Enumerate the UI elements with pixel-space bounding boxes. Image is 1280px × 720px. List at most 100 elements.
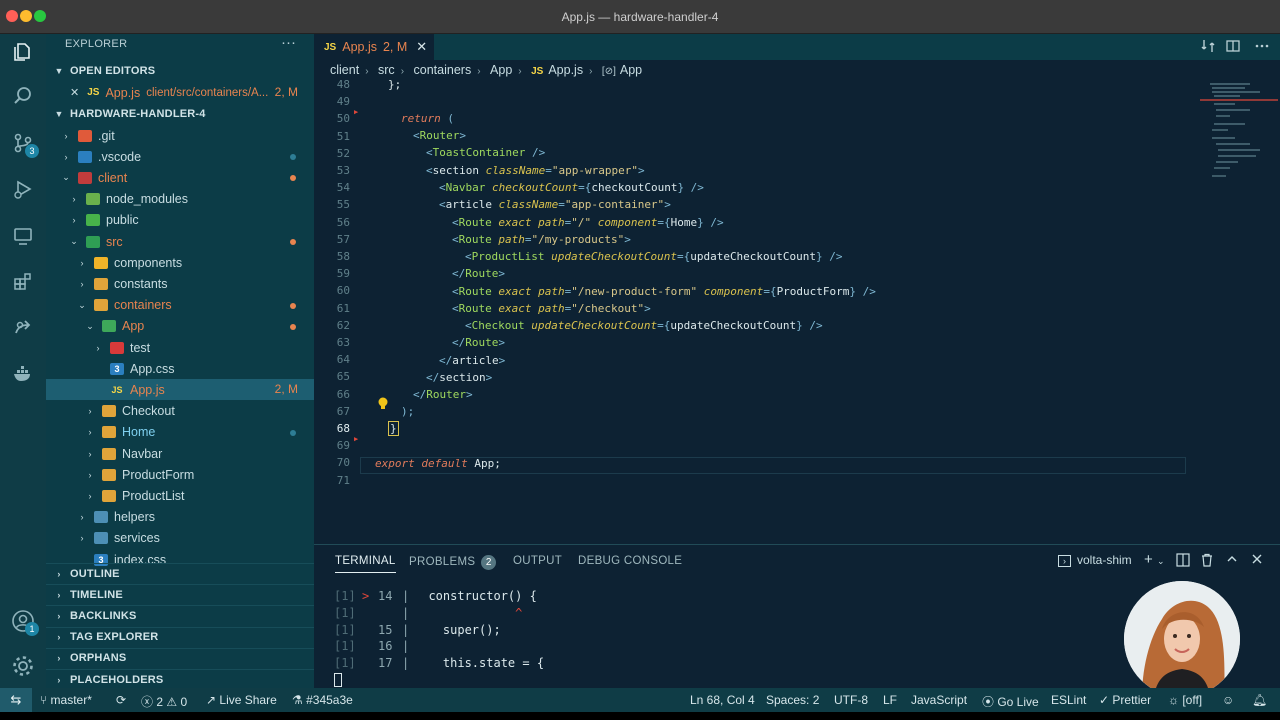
tree-item[interactable]: › services bbox=[46, 528, 314, 549]
remote-indicator-icon[interactable]: ⇆ bbox=[0, 688, 32, 712]
line-number: 59 bbox=[336, 267, 350, 281]
tree-item[interactable]: › .vscode bbox=[46, 146, 314, 167]
go-live-button[interactable]: ⦿ Go Live bbox=[982, 693, 1039, 710]
compare-changes-icon[interactable] bbox=[1200, 38, 1216, 57]
feedback-icon[interactable]: ☺ bbox=[1222, 693, 1234, 707]
tree-item[interactable]: › node_modules bbox=[46, 189, 314, 210]
docker-icon[interactable] bbox=[11, 362, 35, 386]
settings-gear-icon[interactable] bbox=[11, 654, 35, 678]
maximize-panel-icon[interactable] bbox=[1226, 553, 1238, 568]
notifications-bell-icon[interactable]: 🔔︎ bbox=[1252, 693, 1267, 707]
tree-item[interactable]: 3 App.css bbox=[46, 358, 314, 379]
new-terminal-icon[interactable]: + bbox=[1144, 551, 1153, 568]
project-section[interactable]: ▼ HARDWARE-HANDLER-4 bbox=[46, 104, 314, 124]
explorer-header: EXPLORER bbox=[65, 38, 128, 50]
off-status[interactable]: ☼ [off] bbox=[1168, 693, 1202, 707]
tree-item[interactable]: › helpers bbox=[46, 507, 314, 528]
tree-item[interactable]: › ProductList bbox=[46, 485, 314, 506]
accounts-icon[interactable]: 1 bbox=[11, 609, 39, 636]
cursor-position[interactable]: Ln 68, Col 4 bbox=[690, 693, 755, 707]
sync-icon[interactable]: ⟳ bbox=[116, 693, 126, 707]
section-backlinks[interactable]: › BACKLINKS bbox=[46, 605, 314, 625]
close-tab-icon[interactable]: ✕ bbox=[416, 39, 427, 55]
tree-item[interactable]: › constants bbox=[46, 273, 314, 294]
tree-item[interactable]: › ProductForm bbox=[46, 464, 314, 485]
eslint-status[interactable]: ESLint bbox=[1051, 693, 1086, 707]
tab-problems[interactable]: PROBLEMS 2 bbox=[409, 555, 497, 570]
breadcrumb-item[interactable]: App.js bbox=[548, 63, 583, 77]
trash-icon[interactable] bbox=[1200, 553, 1214, 570]
breadcrumb-item[interactable]: client bbox=[330, 63, 359, 77]
tree-item[interactable]: › .git bbox=[46, 125, 314, 146]
tab-debug-console[interactable]: DEBUG CONSOLE bbox=[578, 555, 682, 567]
git-status: 2, M bbox=[274, 382, 298, 397]
tree-item[interactable]: › Checkout bbox=[46, 401, 314, 422]
remote-explorer-icon[interactable] bbox=[11, 224, 35, 248]
broadcast-icon: ⦿ bbox=[982, 695, 998, 709]
editor-more-icon[interactable] bbox=[1254, 38, 1270, 57]
tree-item[interactable]: ⌄ containers bbox=[46, 295, 314, 316]
live-share-button[interactable]: ↗ Live Share bbox=[206, 693, 277, 707]
extensions-icon[interactable] bbox=[11, 270, 35, 294]
branch-name: master* bbox=[50, 693, 92, 707]
section-orphans[interactable]: › ORPHANS bbox=[46, 647, 314, 668]
split-editor-icon[interactable] bbox=[1225, 38, 1241, 57]
prettier-status[interactable]: ✓ Prettier bbox=[1099, 693, 1151, 707]
lightbulb-icon[interactable] bbox=[377, 397, 389, 414]
indentation[interactable]: Spaces: 2 bbox=[766, 693, 819, 707]
tree-item[interactable]: ⌄ App bbox=[46, 316, 314, 337]
css-file-icon: 3 bbox=[110, 362, 124, 375]
terminal-select[interactable]: › volta-shim bbox=[1058, 553, 1132, 567]
line-number: 56 bbox=[336, 215, 350, 229]
line-number: 62 bbox=[336, 318, 350, 332]
tree-item[interactable]: ⌄ src bbox=[46, 231, 314, 252]
tab-output[interactable]: OUTPUT bbox=[513, 555, 562, 567]
more-actions-icon[interactable]: ··· bbox=[281, 34, 296, 51]
section-outline[interactable]: › OUTLINE bbox=[46, 563, 314, 583]
folder-icon bbox=[86, 235, 100, 248]
line-ending[interactable]: LF bbox=[883, 693, 897, 707]
tree-item[interactable]: › test bbox=[46, 337, 314, 358]
breadcrumb-item[interactable]: App bbox=[620, 63, 642, 77]
source-control-icon[interactable]: 3 bbox=[11, 131, 39, 158]
encoding[interactable]: UTF-8 bbox=[834, 693, 868, 707]
tree-item[interactable]: › Home bbox=[46, 422, 314, 443]
folder-icon bbox=[86, 193, 100, 206]
tree-item[interactable]: ⌄ client bbox=[46, 167, 314, 188]
accounts-badge: 1 bbox=[25, 622, 39, 636]
chevron-down-icon[interactable]: ⌄ bbox=[1157, 556, 1165, 567]
breadcrumb-item[interactable]: containers bbox=[414, 63, 472, 77]
breakpoint-marker-icon: ▶ bbox=[354, 108, 359, 116]
section-tag-explorer[interactable]: › TAG EXPLORER bbox=[46, 626, 314, 647]
close-editor-icon[interactable]: ✕ bbox=[70, 86, 79, 99]
breadcrumb: client › src › containers › App › JS App.js › … bbox=[330, 63, 642, 77]
problems-indicator[interactable]: ⓧ 2 ⚠ 0 bbox=[141, 693, 187, 710]
minimap[interactable] bbox=[1190, 80, 1280, 200]
open-editor-item[interactable]: ✕ JS App.js client/src/containers/A... 2… bbox=[46, 82, 314, 103]
run-debug-icon[interactable] bbox=[11, 177, 35, 201]
tab-terminal[interactable]: TERMINAL bbox=[335, 555, 396, 573]
branch-indicator[interactable]: ⑂ master* bbox=[40, 693, 92, 707]
tree-item[interactable]: › components bbox=[46, 252, 314, 273]
folder-icon bbox=[94, 299, 108, 312]
tree-item[interactable]: › public bbox=[46, 210, 314, 231]
close-panel-icon[interactable] bbox=[1251, 553, 1263, 568]
breadcrumb-item[interactable]: App bbox=[490, 63, 512, 77]
language-mode[interactable]: JavaScript bbox=[911, 693, 967, 707]
prettier-label: Prettier bbox=[1112, 693, 1152, 707]
color-indicator[interactable]: ⚗ #345a3e bbox=[292, 693, 353, 707]
breadcrumb-item[interactable]: src bbox=[378, 63, 395, 77]
search-icon[interactable] bbox=[11, 84, 35, 108]
tree-item[interactable]: JS App.js 2, M bbox=[46, 379, 314, 401]
chevron-right-icon: › bbox=[400, 66, 405, 77]
tab-app-js[interactable]: JS App.js 2, M ✕ bbox=[314, 34, 434, 60]
tree-item[interactable]: › Navbar bbox=[46, 443, 314, 464]
code-editor[interactable]: 48 49 50 51 52 53 54 55 56 57 58 59 60 61 62 63 64 65 66 67… bbox=[314, 78, 1280, 520]
split-terminal-icon[interactable] bbox=[1176, 553, 1190, 570]
chevron-right-icon: › bbox=[80, 512, 84, 523]
live-share-icon[interactable] bbox=[11, 316, 35, 340]
section-placeholders[interactable]: › PLACEHOLDERS bbox=[46, 669, 314, 689]
explorer-icon[interactable] bbox=[11, 40, 35, 64]
section-timeline[interactable]: › TIMELINE bbox=[46, 584, 314, 604]
open-editors-section[interactable]: ▼ OPEN EDITORS bbox=[46, 61, 314, 81]
